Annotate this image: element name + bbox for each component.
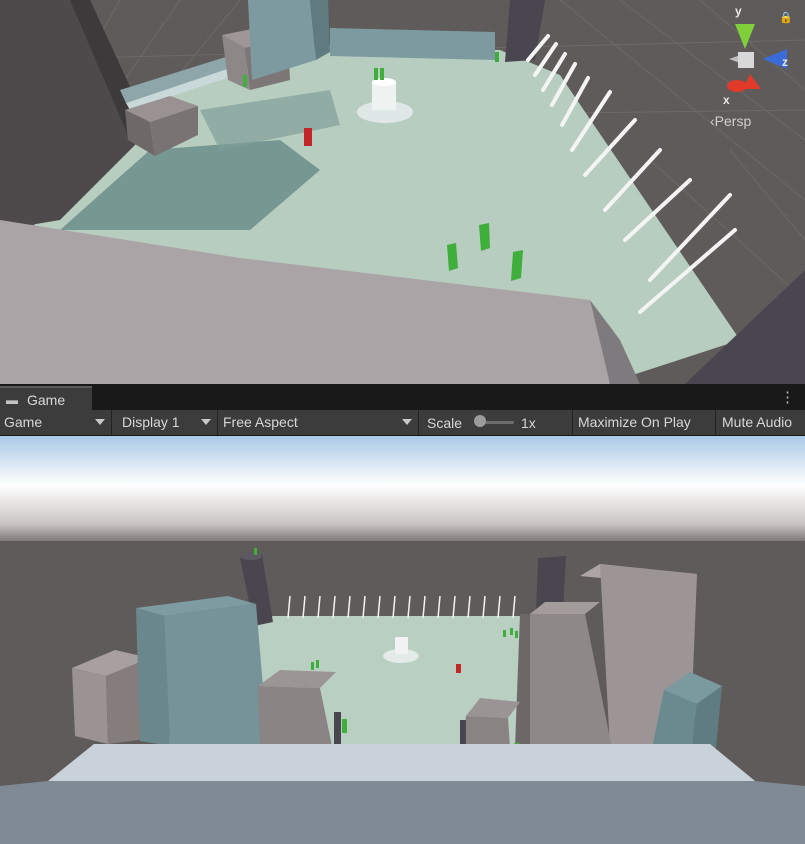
gizmo-x-label: x bbox=[723, 93, 730, 107]
lock-icon[interactable]: 🔒 bbox=[779, 11, 793, 24]
display-label: Display 1 bbox=[122, 414, 180, 430]
projection-toggle[interactable]: ‹Persp bbox=[710, 113, 751, 129]
chevron-down-icon bbox=[402, 419, 412, 425]
aspect-label: Free Aspect bbox=[223, 414, 298, 430]
mute-audio-toggle[interactable]: Mute Audio bbox=[716, 410, 805, 435]
y-axis-cone-icon bbox=[735, 24, 755, 49]
scene-view[interactable]: y z x 🔒 ‹Persp bbox=[0, 0, 805, 384]
scale-value: 1x bbox=[521, 415, 536, 431]
game-tabbar: ▬ Game ⋮ bbox=[0, 384, 805, 410]
post bbox=[460, 720, 466, 746]
front-wall-top bbox=[48, 744, 755, 781]
projection-label: Persp bbox=[714, 113, 752, 129]
red-marker bbox=[456, 664, 461, 673]
post bbox=[334, 712, 341, 746]
front-wall-face bbox=[0, 781, 805, 844]
fountain-column bbox=[395, 637, 408, 654]
view-mode-dropdown[interactable]: Game bbox=[0, 410, 112, 435]
aspect-dropdown[interactable]: Free Aspect bbox=[218, 410, 419, 435]
teal-wall bbox=[330, 28, 495, 60]
maximize-on-play-toggle[interactable]: Maximize On Play bbox=[573, 410, 716, 435]
mute-audio-label: Mute Audio bbox=[722, 414, 793, 430]
scale-slider-handle[interactable] bbox=[474, 415, 486, 427]
gamepad-icon: ▬ bbox=[6, 393, 18, 407]
sky bbox=[0, 436, 805, 546]
maximize-on-play-label: Maximize On Play bbox=[578, 414, 691, 430]
kebab-menu-icon[interactable]: ⋮ bbox=[780, 388, 795, 406]
chevron-down-icon bbox=[95, 419, 105, 425]
tab-game[interactable]: ▬ Game bbox=[0, 386, 92, 410]
pillar bbox=[505, 0, 545, 62]
game-toolbar: Game Display 1 Free Aspect Scale 1x Maxi… bbox=[0, 410, 805, 436]
game-viewport[interactable] bbox=[0, 436, 805, 844]
gizmo-z-label: z bbox=[782, 55, 788, 69]
scale-label: Scale bbox=[427, 415, 463, 431]
gizmo-y-label: y bbox=[735, 4, 742, 18]
game-view[interactable] bbox=[0, 436, 805, 844]
view-mode-label: Game bbox=[4, 414, 43, 430]
gizmo-cube bbox=[738, 52, 754, 68]
red-marker bbox=[304, 128, 312, 146]
chevron-down-icon bbox=[201, 419, 211, 425]
fountain-column bbox=[372, 82, 396, 110]
scene-viewport[interactable] bbox=[0, 0, 805, 384]
display-dropdown[interactable]: Display 1 bbox=[112, 410, 218, 435]
tab-game-label: Game bbox=[27, 392, 66, 408]
